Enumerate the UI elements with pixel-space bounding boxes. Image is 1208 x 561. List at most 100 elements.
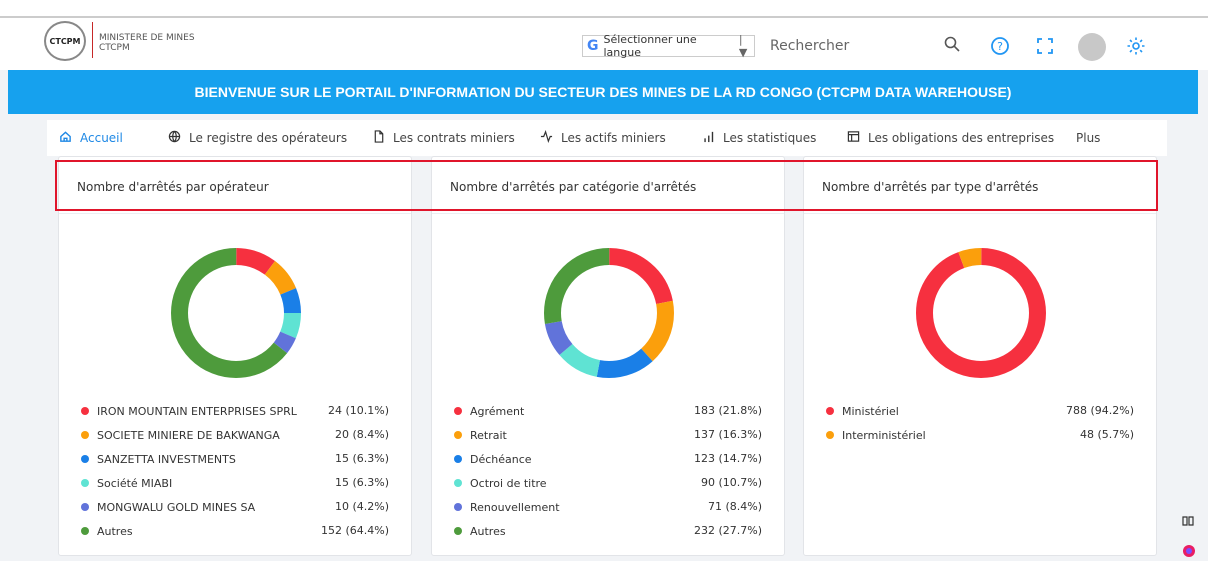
- card-header: Nombre d'arrêtés par opérateur: [59, 157, 411, 214]
- legend-label: Renouvellement: [470, 500, 560, 514]
- nav-item-statistiques[interactable]: Les statistiques: [703, 120, 816, 156]
- fullscreen-icon[interactable]: [1033, 34, 1057, 58]
- legend-item[interactable]: Ministériel 788 (94.2%): [826, 399, 1134, 423]
- legend-label: Déchéance: [470, 452, 532, 466]
- legend-item[interactable]: SANZETTA INVESTMENTS 15 (6.3%): [81, 447, 389, 471]
- chart-card-operateur: Nombre d'arrêtés par opérateur IRON MOUN…: [58, 156, 412, 556]
- legend-value: 24 (10.1%): [327, 404, 389, 417]
- legend-dot-icon: [454, 479, 462, 487]
- user-avatar[interactable]: [1078, 33, 1106, 61]
- legend-item[interactable]: MONGWALU GOLD MINES SA 10 (4.2%): [81, 495, 389, 519]
- legend-dot-icon: [81, 479, 89, 487]
- assistant-icon[interactable]: [1182, 544, 1196, 561]
- legend-item[interactable]: Déchéance 123 (14.7%): [454, 447, 762, 471]
- main-navigation: Accueil Le registre des opérateurs Les c…: [47, 120, 1167, 156]
- search-box[interactable]: Rechercher: [770, 34, 960, 58]
- nav-item-plus[interactable]: Plus: [1076, 120, 1100, 156]
- card-header: Nombre d'arrêtés par type d'arrêtés: [804, 157, 1156, 214]
- org-line-1: MINISTERE DE MINES: [99, 33, 195, 43]
- legend-value: 137 (16.3%): [693, 428, 762, 441]
- nav-label: Plus: [1076, 131, 1101, 145]
- banner-text: BIENVENUE SUR LE PORTAIL D'INFORMATION D…: [194, 84, 1012, 100]
- activity-icon: [540, 129, 553, 147]
- legend-item[interactable]: SOCIETE MINIERE DE BAKWANGA 20 (8.4%): [81, 423, 389, 447]
- legend-label: Octroi de titre: [470, 476, 547, 490]
- legend-label: Interministériel: [842, 428, 926, 442]
- nav-item-contrats[interactable]: Les contrats miniers: [373, 120, 515, 156]
- ctcpm-logo[interactable]: CTCPM: [44, 21, 86, 61]
- table-icon: [847, 130, 860, 147]
- nav-label: Les actifs miniers: [561, 131, 666, 145]
- org-line-2: CTCPM: [99, 43, 130, 53]
- legend-value: 183 (21.8%): [693, 404, 762, 417]
- legend-dot-icon: [454, 431, 462, 439]
- legend-label: SANZETTA INVESTMENTS: [97, 452, 236, 466]
- legend-value: 20 (8.4%): [334, 428, 389, 441]
- legend-label: Agrément: [470, 404, 525, 418]
- legend-value: 90 (10.7%): [700, 476, 762, 489]
- legend-dot-icon: [454, 527, 462, 535]
- nav-label: Le registre des opérateurs: [189, 131, 348, 145]
- nav-label: Les contrats miniers: [393, 131, 515, 145]
- legend-dot-icon: [826, 431, 834, 439]
- donut-chart-type: [916, 248, 1046, 378]
- chart-legend: IRON MOUNTAIN ENTERPRISES SPRL 24 (10.1%)…: [81, 399, 389, 543]
- welcome-banner: BIENVENUE SUR LE PORTAIL D'INFORMATION D…: [8, 70, 1198, 114]
- legend-dot-icon: [81, 431, 89, 439]
- legend-dot-icon: [81, 503, 89, 511]
- legend-dot-icon: [81, 455, 89, 463]
- legend-value: 232 (27.7%): [693, 524, 762, 537]
- nav-item-obligations[interactable]: Les obligations des entreprises: [847, 120, 1054, 156]
- donut-chart-categorie: [544, 248, 674, 378]
- donut-slice-1[interactable]: [916, 248, 1046, 378]
- legend-label: IRON MOUNTAIN ENTERPRISES SPRL: [97, 404, 297, 418]
- legend-label: MONGWALU GOLD MINES SA: [97, 500, 256, 514]
- language-select[interactable]: G Sélectionner une langue | ▼: [582, 33, 755, 59]
- google-icon: G: [587, 38, 599, 54]
- legend-dot-icon: [81, 527, 89, 535]
- settings-gear-icon[interactable]: [1124, 34, 1148, 58]
- legend-label: Retrait: [470, 428, 507, 442]
- legend-value: 48 (5.7%): [1079, 428, 1134, 441]
- card-title: Nombre d'arrêtés par catégorie d'arrêtés: [450, 180, 697, 194]
- search-placeholder: Rechercher: [770, 38, 850, 54]
- legend-item[interactable]: Agrément 183 (21.8%): [454, 399, 762, 423]
- legend-item[interactable]: Interministériel 48 (5.7%): [826, 423, 1134, 447]
- language-select-label: Sélectionner une langue: [603, 33, 697, 59]
- globe-icon: [168, 130, 181, 147]
- home-icon: [59, 130, 72, 147]
- legend-item[interactable]: Autres 232 (27.7%): [454, 519, 762, 543]
- nav-item-actifs[interactable]: Les actifs miniers: [540, 120, 666, 156]
- legend-value: 15 (6.3%): [334, 476, 389, 489]
- legend-item[interactable]: Octroi de titre 90 (10.7%): [454, 471, 762, 495]
- bar-chart-icon: [703, 130, 715, 147]
- legend-value: 15 (6.3%): [334, 452, 389, 465]
- legend-item[interactable]: Renouvellement 71 (8.4%): [454, 495, 762, 519]
- search-icon[interactable]: [944, 36, 960, 56]
- legend-dot-icon: [454, 503, 462, 511]
- svg-text:?: ?: [997, 40, 1003, 53]
- legend-label: Autres: [470, 524, 506, 538]
- nav-item-registre[interactable]: Le registre des opérateurs: [168, 120, 347, 156]
- help-icon[interactable]: ?: [988, 34, 1012, 58]
- book-icon[interactable]: [1182, 515, 1194, 530]
- legend-item[interactable]: Autres 152 (64.4%): [81, 519, 389, 543]
- chart-legend: Agrément 183 (21.8%) Retrait 137 (16.3%) Déc…: [454, 399, 762, 543]
- card-header: Nombre d'arrêtés par catégorie d'arrêtés: [432, 157, 784, 214]
- chart-legend: Ministériel 788 (94.2%) Interministériel 48…: [826, 399, 1134, 447]
- donut-chart-operateur: [171, 248, 301, 378]
- legend-item[interactable]: Retrait 137 (16.3%): [454, 423, 762, 447]
- legend-label: Société MIABI: [97, 476, 173, 490]
- top-bar: CTCPM MINISTERE DE MINES CTCPM G Sélecti…: [0, 0, 1208, 70]
- document-icon: [373, 129, 385, 147]
- legend-item[interactable]: Société MIABI 15 (6.3%): [81, 471, 389, 495]
- chart-card-categorie: Nombre d'arrêtés par catégorie d'arrêtés…: [431, 156, 785, 556]
- legend-dot-icon: [826, 407, 834, 415]
- logo-divider: [92, 22, 93, 58]
- legend-dot-icon: [81, 407, 89, 415]
- nav-item-accueil[interactable]: Accueil: [59, 120, 123, 156]
- legend-item[interactable]: IRON MOUNTAIN ENTERPRISES SPRL 24 (10.1%): [81, 399, 389, 423]
- legend-label: SOCIETE MINIERE DE BAKWANGA: [97, 428, 280, 442]
- nav-label: Les statistiques: [723, 131, 817, 145]
- legend-value: 71 (8.4%): [707, 500, 762, 513]
